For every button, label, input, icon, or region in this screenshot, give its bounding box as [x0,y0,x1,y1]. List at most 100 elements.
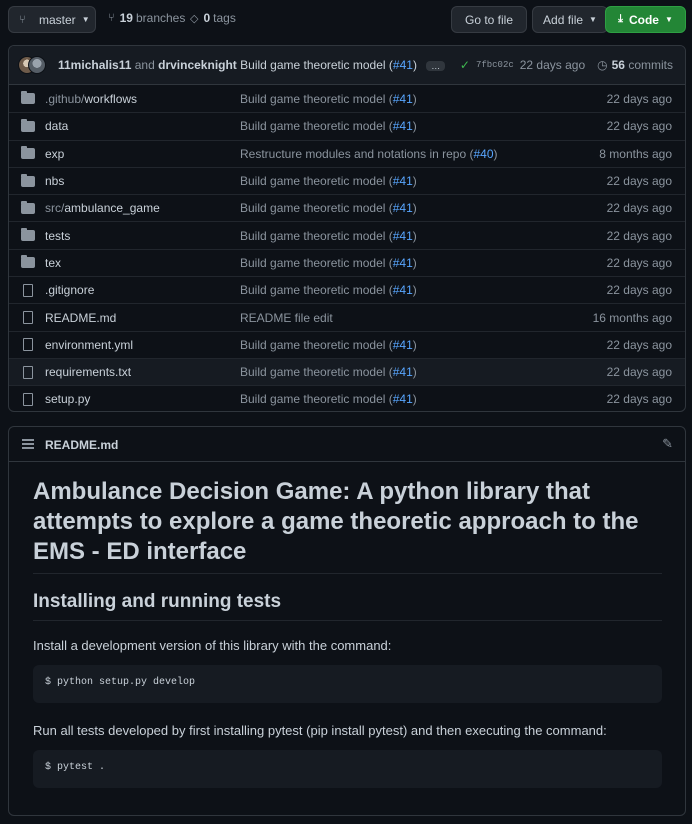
table-row[interactable]: requirements.txt Build game theoretic mod… [9,357,685,386]
file-commit-pr-link[interactable]: #41 [393,229,413,243]
file-commit-message-link[interactable]: Build game theoretic model (#41) [240,119,417,133]
file-age[interactable]: 22 days ago [607,92,672,106]
file-commit-pr-link[interactable]: #41 [393,119,413,133]
commit-sha-link[interactable]: 7fbc02c [476,60,514,70]
file-commit-message-link[interactable]: Build game theoretic model (#41) [240,256,417,270]
file-commit-pr-link[interactable]: #41 [393,392,413,406]
file-commit-pr-link[interactable]: #41 [393,201,413,215]
table-row[interactable]: setup.py Build game theoretic model (#41)… [9,385,685,411]
code-button[interactable]: ⤓ Code ▼ [605,6,686,33]
file-name-link[interactable]: data [45,119,68,133]
commit-message-end: ) [412,58,417,72]
file-commit-message-link[interactable]: Restructure modules and notations in rep… [240,147,498,161]
file-commit-message-end: ) [412,119,417,134]
file-name-link[interactable]: setup.py [45,392,90,406]
chevron-down-icon: ▼ [664,15,673,24]
file-age[interactable]: 22 days ago [607,201,672,215]
history-icon: ◷ [597,58,608,72]
table-row[interactable]: exp Restructure modules and notations in … [9,139,685,167]
file-commit-message-link[interactable]: Build game theoretic model (#41) [240,283,417,297]
chevron-down-icon: ▼ [589,15,597,24]
file-commit-message-link[interactable]: Build game theoretic model (#41) [240,392,417,406]
file-name-link[interactable]: nbs [45,174,64,188]
go-to-file-button[interactable]: Go to file [451,6,527,33]
table-row[interactable]: tex Build game theoretic model (#41) 22 da… [9,248,685,276]
readme-content: Ambulance Decision Game: A python librar… [33,477,662,788]
file-name-text: data [45,119,69,134]
folder-icon [21,255,35,269]
chevron-down-icon: ▼ [81,15,90,24]
table-row[interactable]: nbs Build game theoretic model (#41) 22 da… [9,166,685,194]
table-row[interactable]: src/ambulance_game Build game theoretic m… [9,194,685,221]
file-commit-message-end: ) [493,146,498,161]
list-icon[interactable] [22,439,34,449]
file-age[interactable]: 22 days ago [607,338,672,352]
file-age[interactable]: 22 days ago [607,229,672,243]
file-name-link[interactable]: requirements.txt [45,365,131,379]
file-commit-message-link[interactable]: Build game theoretic model (#41) [240,201,417,215]
commit-pr-link[interactable]: #41 [393,58,413,72]
commit-meta: ✓ 7fbc02c 22 days ago ◷ 56 commits [460,58,673,72]
commit-author-link[interactable]: drvinceknight [158,58,237,72]
file-commit-pr-link[interactable]: #41 [393,256,413,270]
file-name-link[interactable]: environment.yml [45,338,133,352]
avatar-stack[interactable] [18,56,50,76]
table-row[interactable]: .github/workflows Build game theoretic mo… [9,85,685,112]
file-commit-message-link[interactable]: Build game theoretic model (#41) [240,174,417,188]
file-name-link[interactable]: src/ambulance_game [45,201,160,215]
file-list: 11michalis11 and drvinceknight Build gam… [8,45,686,412]
file-commit-pr-link[interactable]: #41 [393,365,413,379]
readme-filename-link[interactable]: README.md [45,438,118,452]
file-commit-message-end: ) [412,228,417,243]
file-commit-pr-link[interactable]: #41 [393,174,413,188]
file-name-link[interactable]: .github/workflows [45,92,137,106]
file-name-text: exp [45,146,65,161]
file-commit-message-text: README file edit [240,310,333,325]
commits-history-link[interactable]: ◷ 56 commits [597,58,673,72]
file-age[interactable]: 22 days ago [607,392,672,406]
commit-message-link[interactable]: Build game theoretic model ( [240,58,393,72]
file-commit-message-link[interactable]: Build game theoretic model (#41) [240,229,417,243]
branches-label: branches [135,11,186,25]
file-commit-message-link[interactable]: Build game theoretic model (#41) [240,92,417,106]
file-commit-pr-link[interactable]: #40 [473,147,493,161]
file-name-link[interactable]: tex [45,256,61,270]
table-row[interactable]: tests Build game theoretic model (#41) 22 … [9,221,685,248]
table-row[interactable]: environment.yml Build game theoretic mode… [9,330,685,358]
file-name-text: tests [45,228,71,243]
commit-summary: 11michalis11 and drvinceknight Build gam… [58,58,446,72]
file-age[interactable]: 22 days ago [607,256,672,270]
file-commit-message-link[interactable]: Build game theoretic model (#41) [240,365,417,379]
check-icon[interactable]: ✓ [460,58,470,72]
file-age[interactable]: 22 days ago [607,174,672,188]
branches-link[interactable]: ⑂ 19 branches [108,11,185,25]
file-age[interactable]: 22 days ago [607,119,672,133]
readme-panel: README.md ✎ Ambulance Decision Game: A p… [8,426,686,816]
pencil-icon[interactable]: ✎ [662,436,673,452]
add-file-label: Add file [543,12,584,27]
commit-expand-button[interactable]: … [426,60,446,71]
file-age[interactable]: 16 months ago [593,311,672,325]
table-row[interactable]: .gitignore Build game theoretic model (#4… [9,276,685,303]
tags-link[interactable]: ◇ 0 tags [190,11,236,25]
table-row[interactable]: data Build game theoretic model (#41) 22 d… [9,112,685,139]
avatar[interactable] [28,56,46,74]
file-commit-message-link[interactable]: Build game theoretic model (#41) [240,338,417,352]
tags-count: 0 [203,11,211,25]
file-name-link[interactable]: tests [45,229,70,243]
file-commit-message-link[interactable]: README file edit [240,311,333,325]
file-commit-pr-link[interactable]: #41 [393,92,413,106]
file-name-link[interactable]: README.md [45,311,116,325]
commit-age[interactable]: 22 days ago [520,58,585,72]
file-age[interactable]: 22 days ago [607,283,672,297]
commit-author-link[interactable]: 11michalis11 [58,58,131,72]
file-commit-pr-link[interactable]: #41 [393,283,413,297]
file-name-link[interactable]: .gitignore [45,283,94,297]
table-row[interactable]: README.md README file edit 16 months ago [9,303,685,330]
file-age[interactable]: 8 months ago [599,147,672,161]
add-file-button[interactable]: Add file ▼ [532,6,608,33]
file-name-link[interactable]: exp [45,147,64,161]
branch-select-button[interactable]: ⑂ master ▼ [8,6,96,33]
file-commit-pr-link[interactable]: #41 [393,338,413,352]
file-age[interactable]: 22 days ago [607,365,672,379]
